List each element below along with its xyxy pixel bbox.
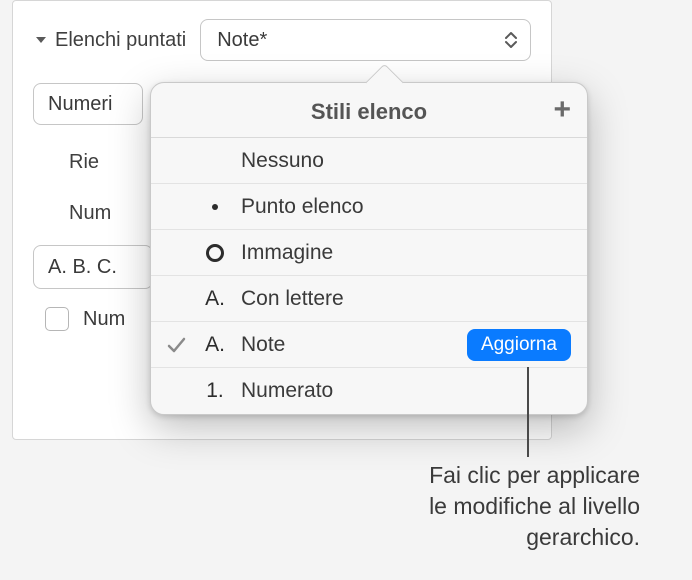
image-bullet-icon [199,244,231,262]
checkmark-icon [163,335,189,355]
style-label: Nessuno [241,149,571,173]
add-style-button[interactable]: + [553,95,571,125]
list-styles-popover: Stili elenco + Nessuno Punto elenco Imma… [150,82,588,415]
numbers-dropdown[interactable]: Numeri [33,83,143,125]
style-label: Numerato [241,379,571,403]
popover-title: Stili elenco [311,99,427,124]
style-item-note[interactable]: A. Note Aggiorna [151,322,587,368]
style-label: Note [241,333,457,357]
letter-glyph: A. [199,333,231,357]
style-label: Con lettere [241,287,571,311]
number-format-dropdown[interactable]: A. B. C. [33,245,153,289]
style-item-none[interactable]: Nessuno [151,138,587,184]
list-style-dropdown[interactable]: Note* [200,19,531,61]
dropdown-chevron-icon [504,31,518,49]
tiered-checkbox-label: Num [83,308,125,331]
letter-glyph: A. [199,287,231,311]
chevron-down-icon [33,32,49,48]
section-disclosure[interactable]: Elenchi puntati [33,29,186,52]
style-item-bullet[interactable]: Punto elenco [151,184,587,230]
numbers-label: Numeri [48,93,112,116]
number-format-value: A. B. C. [48,256,117,279]
style-item-numbered[interactable]: 1. Numerato [151,368,587,414]
callout-leader-line [527,367,529,457]
style-item-lettered[interactable]: A. Con lettere [151,276,587,322]
update-style-button[interactable]: Aggiorna [467,329,571,361]
list-style-value: Note* [217,29,267,52]
callout-text: Fai clic per applicare le modifiche al l… [220,460,640,553]
callout-line: Fai clic per applicare [429,462,640,488]
style-label: Immagine [241,241,571,265]
section-label: Elenchi puntati [55,29,186,52]
tiered-checkbox[interactable] [45,307,69,331]
bullet-icon [199,204,231,210]
number-glyph: 1. [199,379,231,403]
style-label: Punto elenco [241,195,571,219]
list-style-row: Elenchi puntati Note* [33,19,531,61]
callout-line: gerarchico. [526,524,640,550]
callout-line: le modifiche al livello [429,493,640,519]
style-item-image[interactable]: Immagine [151,230,587,276]
popover-header: Stili elenco + [151,83,587,137]
style-list: Nessuno Punto elenco Immagine A. Con let… [151,137,587,414]
